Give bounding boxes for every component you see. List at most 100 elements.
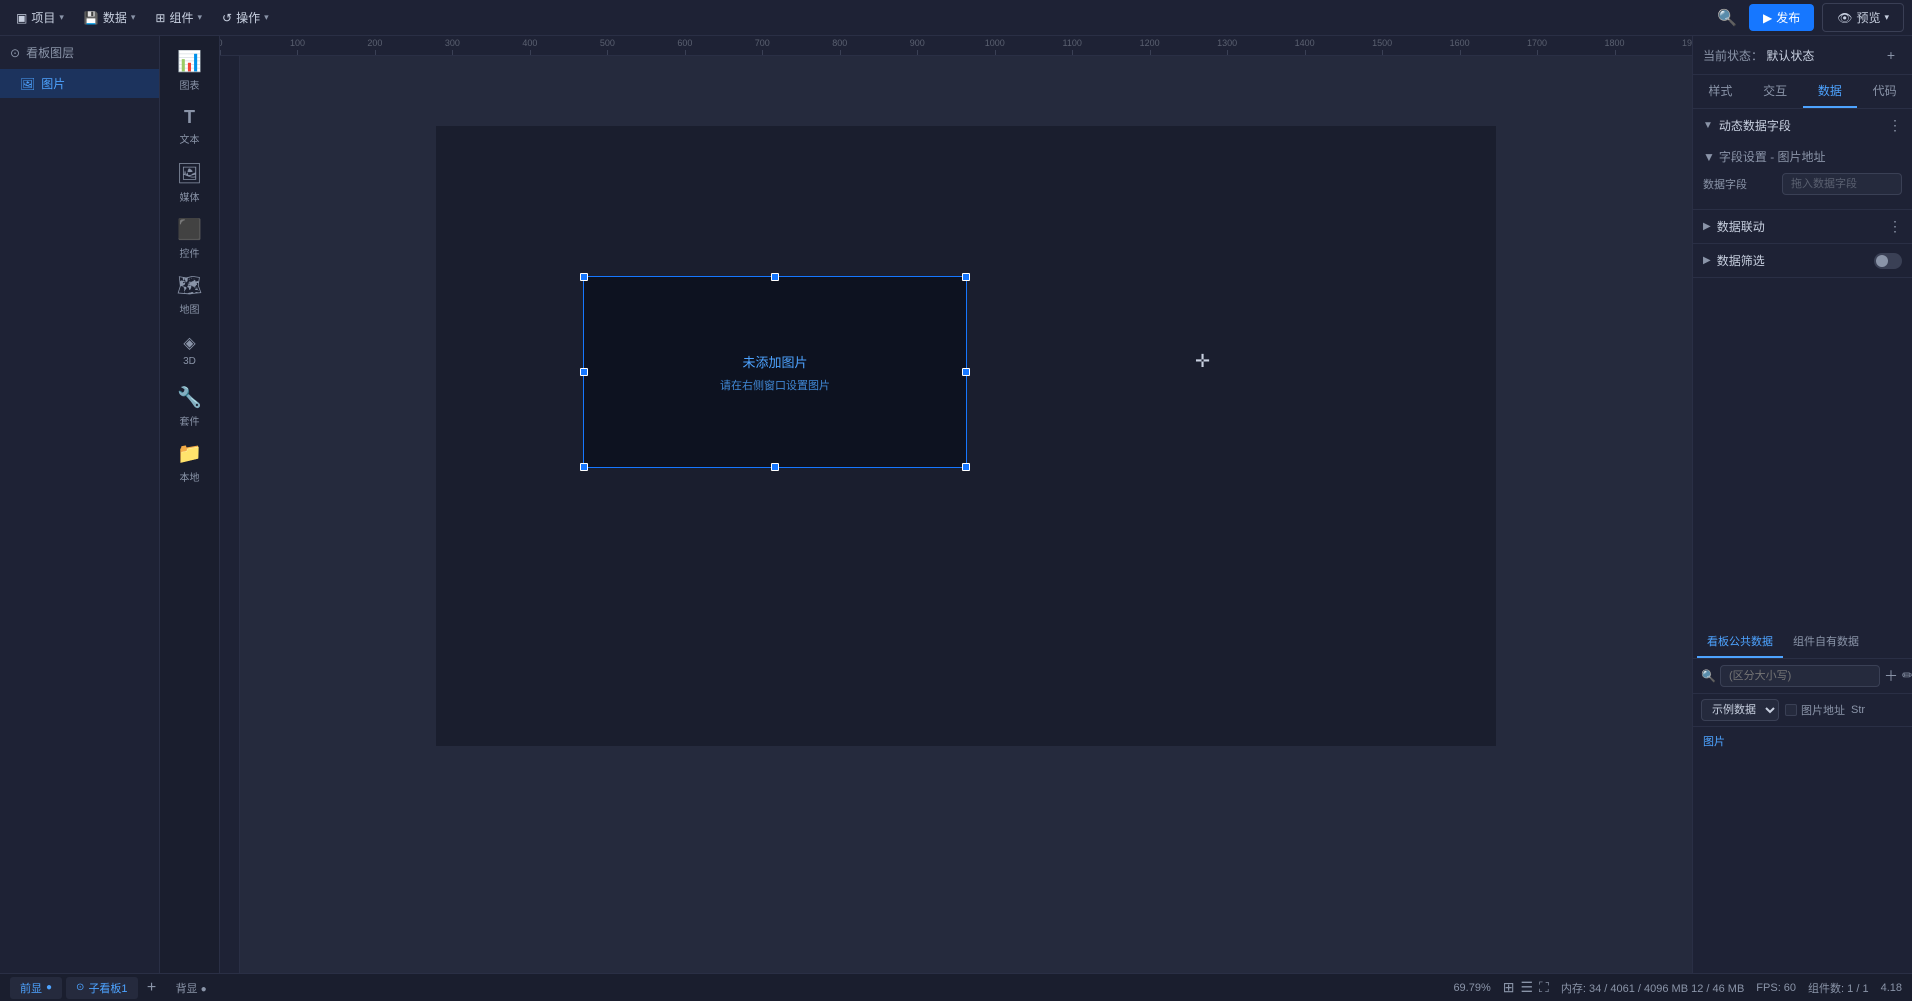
menu-component-label: 组件 (169, 9, 193, 26)
chevron-down-icon-3: ▾ (197, 12, 202, 23)
map-icon: 🗺 (177, 273, 202, 298)
field-label: 数据字段 (1703, 176, 1747, 192)
image-addr-checkbox[interactable] (1785, 704, 1797, 716)
handle-tc[interactable] (771, 273, 779, 281)
handle-ml[interactable] (580, 368, 588, 376)
tab-data[interactable]: 数据 (1803, 75, 1858, 108)
image-addr-checkbox-label[interactable]: 图片地址 (1785, 702, 1845, 718)
tab-public-data[interactable]: 看板公共数据 (1697, 626, 1783, 658)
child-board-tab[interactable]: ⊙ 子看板1 (66, 977, 138, 999)
ruler-horizontal: 0100200300400500600700800900100011001200… (220, 36, 1692, 56)
main-layout: ⊙ 看板图层 🖼 图片 📊 图表 T 文本 🖼 媒体 ⬛ 控件 🗺 地图 (0, 36, 1912, 973)
tool-kit[interactable]: 🔧 套件 (164, 380, 216, 432)
data-search-input[interactable] (1720, 665, 1880, 687)
data-filter-toggle[interactable] (1874, 253, 1902, 269)
list-view-icon[interactable]: ☰ (1520, 979, 1533, 996)
spacer-middle (1693, 278, 1912, 626)
data-filter-title: 数据筛选 (1717, 252, 1765, 269)
tool-media[interactable]: 🖼 媒体 (164, 156, 216, 208)
layers-panel: ⊙ 看板图层 🖼 图片 (0, 36, 160, 973)
statusbar-right: 69.79% ⊞ ☰ ⛶ 内存: 34 / 4061 / 4096 MB 12 … (1453, 979, 1902, 996)
menu-project[interactable]: ▣ 项目 ▾ (8, 5, 72, 30)
handle-tl[interactable] (580, 273, 588, 281)
tool-control[interactable]: ⬛ 控件 (164, 212, 216, 264)
data-filter-header[interactable]: ▶ 数据筛选 (1693, 244, 1912, 277)
tool-chart[interactable]: 📊 图表 (164, 44, 216, 96)
menubar-right: 🔍 ▶ 发布 👁 预览 ▾ (1713, 3, 1904, 32)
subsection-title-text: 字段设置 - 图片地址 (1719, 148, 1826, 165)
tab-style[interactable]: 样式 (1693, 75, 1748, 108)
dynamic-fields-subsection: ▼ 字段设置 - 图片地址 数据字段 (1693, 142, 1912, 209)
menu-data-label: 数据 (103, 9, 127, 26)
handle-br[interactable] (962, 463, 970, 471)
layer-item-image[interactable]: 🖼 图片 (0, 69, 159, 98)
back-label: 背显 (176, 983, 198, 995)
data-search-row: 🔍 ＋ ✏ (1693, 659, 1912, 694)
menu-data[interactable]: 💾 数据 ▾ (76, 5, 144, 30)
widget-subtitle: 请在右侧窗口设置图片 (720, 377, 830, 393)
local-icon: 📁 (177, 441, 202, 466)
chevron-down-icon-4: ▾ (264, 12, 269, 23)
state-header: 当前状态： 默认状态 + (1693, 36, 1912, 75)
tool-map[interactable]: 🗺 地图 (164, 268, 216, 320)
data-filter-section: ▶ 数据筛选 (1693, 244, 1912, 278)
grid-view-icon[interactable]: ⊞ (1503, 979, 1515, 996)
publish-button[interactable]: ▶ 发布 (1749, 4, 1814, 31)
data-linkage-header[interactable]: ▶ 数据联动 ⋮ (1693, 210, 1912, 243)
image-widget[interactable]: 未添加图片 请在右侧窗口设置图片 (583, 276, 967, 468)
chevron-icon: ▼ (1703, 120, 1713, 131)
front-tab[interactable]: 前显 ● (10, 977, 62, 999)
fullscreen-icon[interactable]: ⛶ (1539, 979, 1549, 996)
handle-mr[interactable] (962, 368, 970, 376)
data-field-input[interactable] (1782, 173, 1902, 195)
layers-header[interactable]: ⊙ 看板图层 (0, 36, 159, 69)
more-icon[interactable]: ⋮ (1888, 117, 1902, 134)
tool-local[interactable]: 📁 本地 (164, 436, 216, 488)
control-icon: ⬛ (177, 217, 202, 242)
menu-project-label: 项目 (31, 9, 55, 26)
edit-data-button[interactable]: ✏ (1902, 665, 1912, 687)
example-data-select[interactable]: 示例数据 (1701, 699, 1779, 721)
tab-code[interactable]: 代码 (1857, 75, 1912, 108)
front-label: 前显 (20, 980, 42, 996)
chevron-icon-linkage: ▶ (1703, 221, 1711, 232)
menu-component[interactable]: ⊞ 组件 ▾ (147, 5, 210, 30)
data-item-image[interactable]: 图片 (1693, 727, 1912, 755)
image-addr-label: 图片地址 (1801, 702, 1845, 718)
front-dot-icon: ● (46, 982, 52, 993)
menu-action[interactable]: ↺ 操作 ▾ (214, 5, 277, 30)
handle-bl[interactable] (580, 463, 588, 471)
preview-button[interactable]: 👁 预览 ▾ (1822, 3, 1904, 32)
widget-title: 未添加图片 (742, 352, 807, 371)
ruler-vertical (220, 56, 240, 973)
layers-icon: ⊙ (10, 46, 20, 60)
chevron-down-icon-2: ▾ (131, 12, 136, 23)
canvas-area[interactable]: 未添加图片 请在右侧窗口设置图片 ✛ (240, 56, 1692, 973)
handle-tr[interactable] (962, 273, 970, 281)
handle-bc[interactable] (771, 463, 779, 471)
zoom-level: 69.79% (1453, 982, 1490, 994)
search-icon[interactable]: 🔍 (1713, 4, 1741, 32)
save-icon: 💾 (84, 11, 99, 25)
add-state-button[interactable]: + (1880, 44, 1902, 66)
back-tab[interactable]: 背显 ● (166, 977, 217, 999)
more-icon-linkage[interactable]: ⋮ (1888, 218, 1902, 235)
grid-icon: ⊞ (155, 11, 165, 25)
add-data-button[interactable]: ＋ (1884, 665, 1898, 687)
image-layer-icon: 🖼 (20, 77, 35, 91)
data-linkage-title: 数据联动 (1717, 218, 1765, 235)
back-dot-icon: ● (201, 984, 207, 995)
tab-interact[interactable]: 交互 (1748, 75, 1803, 108)
chevron-down-icon: ▾ (59, 12, 64, 23)
tool-text[interactable]: T 文本 (164, 100, 216, 152)
dynamic-fields-header[interactable]: ▼ 动态数据字段 ⋮ (1693, 109, 1912, 142)
tool-sidebar: 📊 图表 T 文本 🖼 媒体 ⬛ 控件 🗺 地图 ◈ 3D 🔧 套件 📁 (160, 36, 220, 973)
str-label: Str (1851, 704, 1865, 716)
add-tab-button[interactable]: + (142, 978, 162, 998)
memory-info: 内存: 34 / 4061 / 4096 MB 12 / 46 MB (1561, 980, 1744, 996)
tool-3d[interactable]: ◈ 3D (164, 324, 216, 376)
state-label-row: 当前状态： 默认状态 (1703, 47, 1814, 64)
right-panel-tabs: 样式 交互 数据 代码 (1693, 75, 1912, 109)
kit-icon: 🔧 (177, 385, 202, 410)
tab-private-data[interactable]: 组件自有数据 (1783, 626, 1869, 658)
